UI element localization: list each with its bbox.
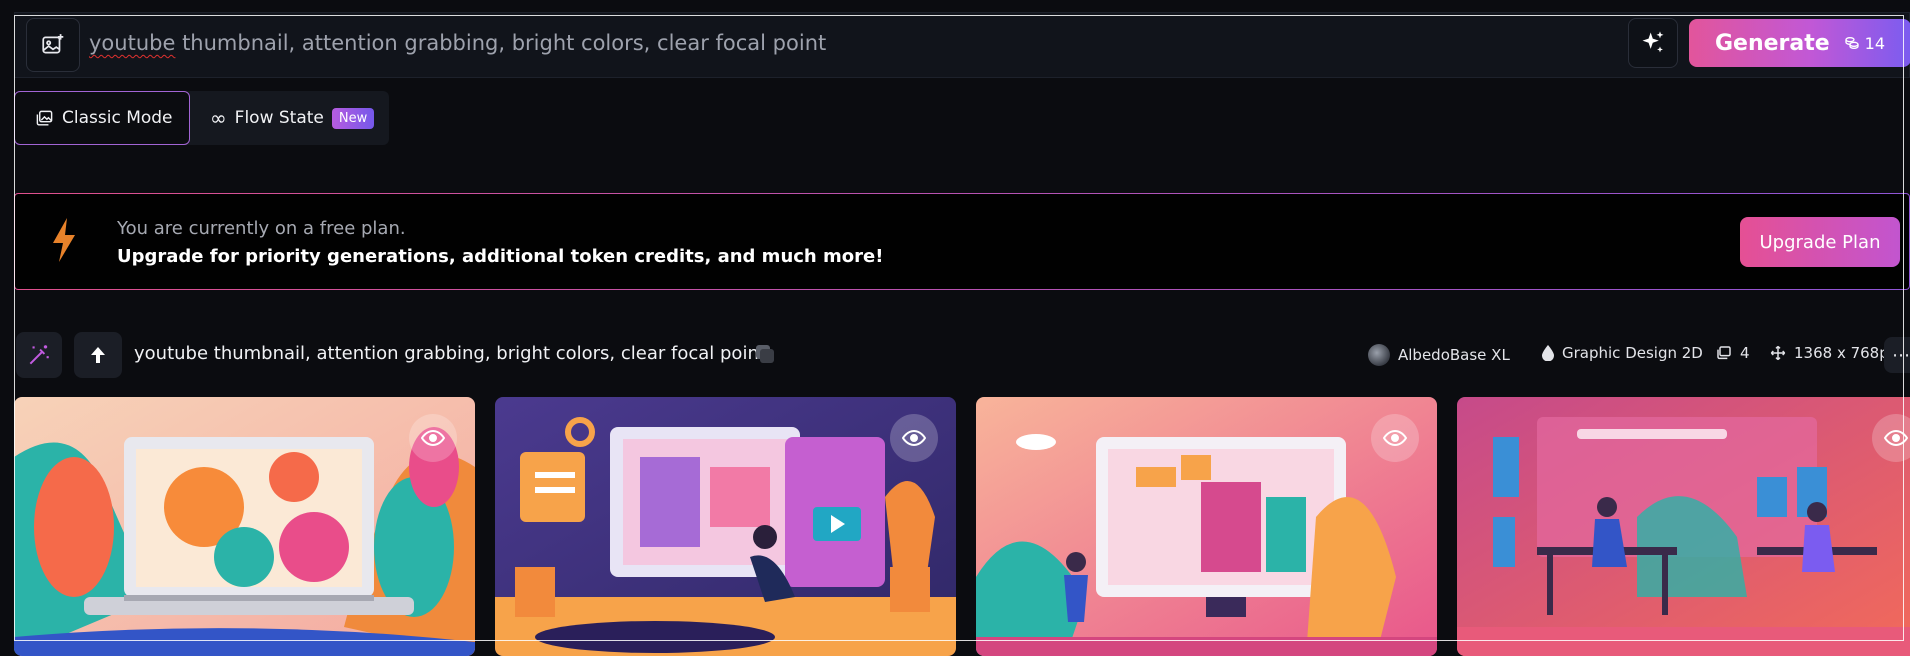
generate-label: Generate [1714,30,1830,56]
banner-plan-text: You are currently on a free plan. [117,218,406,239]
prompt-input[interactable]: youtube thumbnail, attention grabbing, b… [89,31,826,55]
view-image-button[interactable] [1371,414,1419,462]
copy-prompt-button[interactable] [752,341,778,367]
images-icon [36,110,53,126]
more-options-button[interactable]: ⋯ [1884,337,1910,373]
arrow-up-icon [91,347,105,363]
mode-tabs: Classic Mode ∞ Flow State New [14,91,389,145]
coins-icon [1845,37,1859,50]
lightning-bolt-icon [53,218,75,262]
move-arrows-icon [1770,345,1786,361]
tab-classic-mode[interactable]: Classic Mode [14,91,190,145]
eye-icon [1383,429,1407,447]
model-avatar [1368,344,1390,366]
image-add-icon [42,34,64,54]
infinity-icon: ∞ [210,106,227,130]
drop-icon [1542,345,1554,361]
image-count-info: 4 [1716,344,1750,362]
token-count: 14 [1864,33,1886,53]
prompt-bar: youtube thumbnail, attention grabbing, b… [14,12,1910,78]
images-icon [1717,346,1731,360]
generate-button[interactable]: Generate 14 [1689,19,1910,67]
generated-image-3[interactable] [976,397,1437,656]
eye-icon [421,429,445,447]
generated-image-4[interactable] [1457,397,1910,656]
generated-image-2[interactable] [495,397,956,656]
image-count: 4 [1740,344,1750,362]
desktop-person-illustration [976,397,1437,656]
image-guidance-button[interactable] [26,18,80,72]
model-name: AlbedoBase XL [1398,346,1510,364]
office-workers-illustration [1457,397,1910,656]
copy-icon [756,345,774,363]
eye-icon [1884,429,1908,447]
banner-upgrade-text: Upgrade for priority generations, additi… [117,246,884,267]
view-image-button[interactable] [890,414,938,462]
generation-prompt: youtube thumbnail, attention grabbing, b… [134,343,766,364]
prompt-rest: thumbnail, attention grabbing, bright co… [175,31,827,55]
view-image-button[interactable] [409,414,457,462]
generation-header: youtube thumbnail, attention grabbing, b… [14,330,1910,378]
dimensions-info: 1368 x 768px [1770,344,1898,362]
generated-image-1[interactable] [14,397,475,656]
classic-mode-label: Classic Mode [62,108,173,128]
eye-icon [902,429,926,447]
magic-wand-icon [29,345,49,365]
flow-state-label: Flow State [234,108,324,128]
laptop-illustration [14,397,475,656]
style-name: Graphic Design 2D [1562,344,1703,362]
style-info: Graphic Design 2D [1542,344,1703,362]
model-info: AlbedoBase XL [1368,344,1510,366]
new-badge: New [331,107,375,129]
monitor-play-illustration [495,397,956,656]
free-plan-banner: You are currently on a free plan. Upgrad… [14,193,1910,290]
token-cost: 14 [1844,34,1885,53]
sparkle-icon [1642,31,1664,53]
scroll-up-button[interactable] [74,332,122,378]
upgrade-plan-button[interactable]: Upgrade Plan [1740,217,1900,267]
prompt-misspelled-word: youtube [89,31,176,55]
prompt-enhance-button[interactable] [1628,18,1678,68]
dimensions: 1368 x 768px [1794,344,1898,362]
tab-flow-state[interactable]: ∞ Flow State New [210,91,375,145]
reuse-prompt-button[interactable] [16,332,62,378]
